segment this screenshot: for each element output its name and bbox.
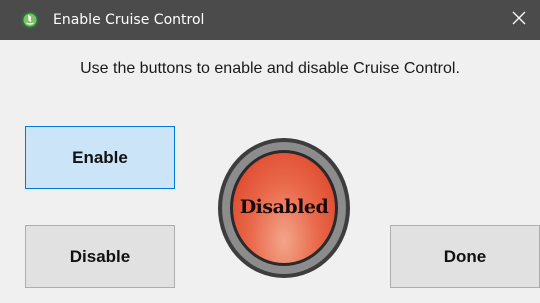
title-bar[interactable]: Enable Cruise Control bbox=[0, 0, 540, 40]
enable-button[interactable]: Enable bbox=[25, 126, 175, 189]
cruise-control-window: Enable Cruise Control Use the buttons to… bbox=[0, 0, 540, 303]
window-title: Enable Cruise Control bbox=[53, 12, 205, 28]
status-label: Disabled bbox=[239, 196, 329, 218]
disable-button[interactable]: Disable bbox=[25, 225, 175, 288]
instructions-text: Use the buttons to enable and disable Cr… bbox=[80, 60, 460, 77]
java-icon bbox=[21, 11, 39, 29]
close-icon bbox=[512, 11, 526, 30]
done-button[interactable]: Done bbox=[390, 225, 540, 288]
close-button[interactable] bbox=[498, 0, 540, 40]
cruise-status-indicator: Disabled bbox=[218, 138, 350, 278]
